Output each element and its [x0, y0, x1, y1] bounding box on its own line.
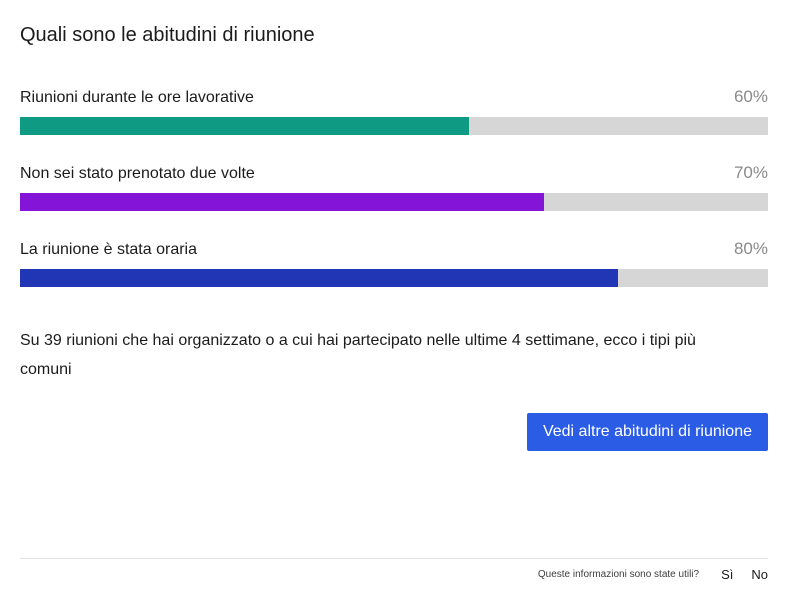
bar-value: 60% [734, 87, 768, 107]
feedback-no-button[interactable]: No [751, 567, 768, 582]
bar-value: 70% [734, 163, 768, 183]
bar-fill [20, 193, 544, 211]
feedback-prompt: Queste informazioni sono state utili? [538, 569, 699, 580]
bar-label: La riunione è stata oraria [20, 241, 197, 259]
feedback-yes-button[interactable]: Sì [721, 567, 733, 582]
summary-text: Su 39 riunioni che hai organizzato o a c… [20, 327, 720, 385]
bar-label: Riunioni durante le ore lavorative [20, 89, 254, 107]
bar-row-2: La riunione è stata oraria 80% [20, 239, 768, 287]
see-more-habits-button[interactable]: Vedi altre abitudini di riunione [527, 413, 768, 451]
bar-value: 80% [734, 239, 768, 259]
bar-row-0: Riunioni durante le ore lavorative 60% [20, 87, 768, 135]
bar-label: Non sei stato prenotato due volte [20, 165, 255, 183]
bar-track [20, 269, 768, 287]
bar-fill [20, 117, 469, 135]
feedback-bar: Queste informazioni sono state utili? Sì… [20, 558, 768, 582]
bar-track [20, 117, 768, 135]
bar-row-1: Non sei stato prenotato due volte 70% [20, 163, 768, 211]
bar-track [20, 193, 768, 211]
bar-fill [20, 269, 618, 287]
page-title: Quali sono le abitudini di riunione [20, 24, 768, 47]
